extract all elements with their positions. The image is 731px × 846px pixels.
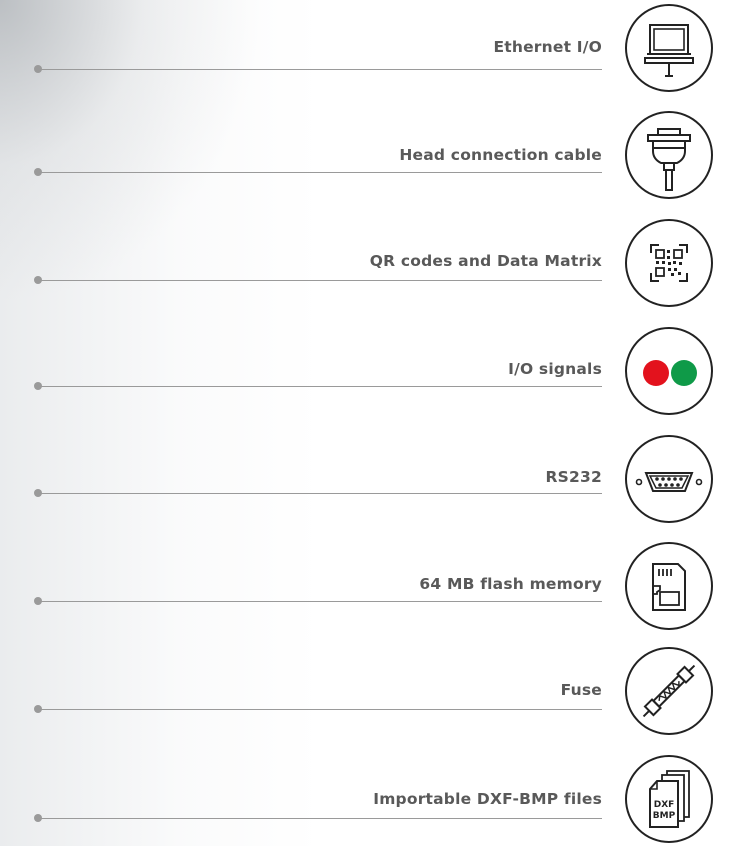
feature-row-fuse: Fuse [0,642,731,742]
feature-dot [34,168,42,176]
feature-line [38,386,602,387]
qr-code-icon [625,219,713,307]
feature-dot [34,814,42,822]
feature-line [38,601,602,602]
file-type-bmp: BMP [653,811,676,821]
feature-row-rs232: RS232 [0,428,731,528]
feature-dot [34,276,42,284]
feature-label: Fuse [560,681,602,699]
feature-label: Ethernet I/O [493,38,602,56]
cable-connector-icon [625,111,713,199]
feature-dot [34,489,42,497]
feature-line [38,818,602,819]
feature-row-qr-codes: QR codes and Data Matrix [0,213,731,313]
feature-row-dxf-bmp: Importable DXF-BMP files DXF BMP [0,745,731,845]
feature-dot [34,382,42,390]
feature-label: RS232 [545,468,602,486]
feature-line [38,709,602,710]
feature-label: Importable DXF-BMP files [373,790,602,808]
feature-label: 64 MB flash memory [419,575,602,593]
file-type-dxf: DXF [654,800,675,810]
feature-dot [34,597,42,605]
feature-line [38,280,602,281]
feature-line [38,172,602,173]
feature-line [38,69,602,70]
feature-row-ethernet: Ethernet I/O [0,0,731,100]
rs232-port-icon [625,435,713,523]
sd-card-icon [625,542,713,630]
feature-label: QR codes and Data Matrix [369,252,602,270]
feature-label: I/O signals [508,360,602,378]
feature-label: Head connection cable [399,146,602,164]
feature-line [38,493,602,494]
fuse-icon [625,647,713,735]
feature-row-flash-memory: 64 MB flash memory [0,535,731,635]
red-green-signal-icon [625,327,713,415]
computer-icon [625,4,713,92]
feature-row-head-cable: Head connection cable [0,106,731,206]
feature-dot [34,65,42,73]
file-stack-icon: DXF BMP [625,755,713,843]
feature-dot [34,705,42,713]
feature-row-io-signals: I/O signals [0,320,731,420]
